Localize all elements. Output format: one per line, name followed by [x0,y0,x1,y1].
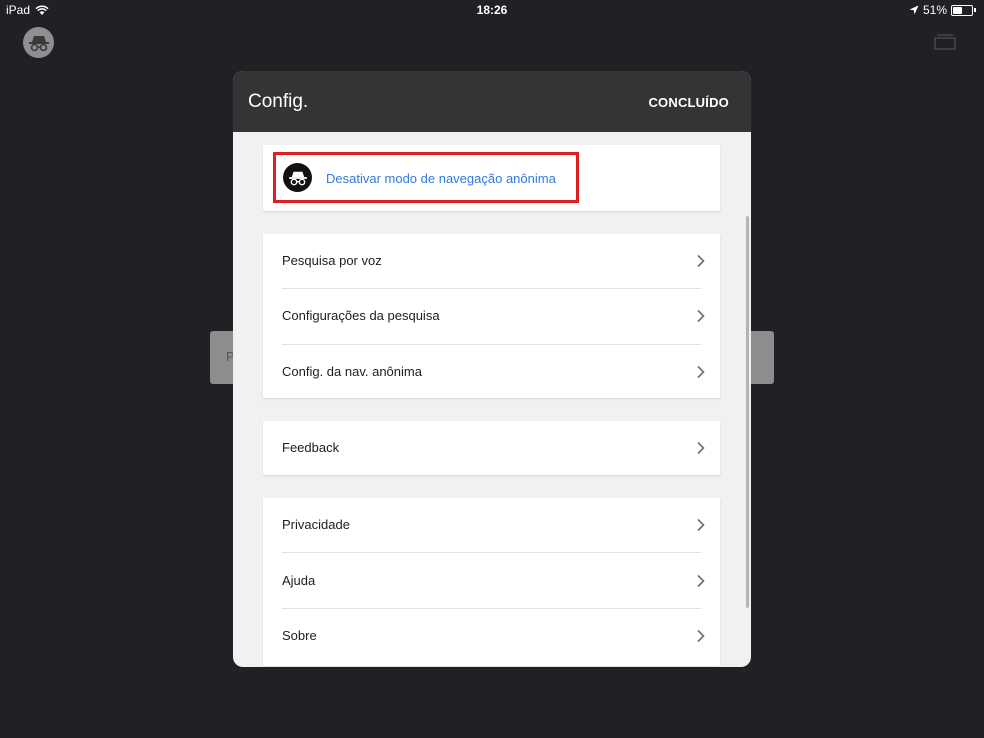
incognito-badge[interactable] [23,27,54,58]
disable-incognito-link[interactable]: Desativar modo de navegação anônima [326,171,556,186]
chevron-right-icon [697,518,705,532]
list-item-incognito-settings[interactable]: Config. da nav. anônima [263,345,720,400]
list-item-feedback[interactable]: Feedback [263,421,720,476]
settings-dialog: Config. CONCLUÍDO Desativar modo de nave… [233,71,751,667]
list-item-label: Config. da nav. anônima [282,364,422,379]
chevron-right-icon [697,309,705,323]
background-search-bar-left: P [210,331,235,384]
status-bar: iPad 18:26 51% [0,0,984,22]
chevron-right-icon [697,629,705,643]
settings-group-search: Pesquisa por voz Configurações da pesqui… [263,234,720,398]
battery-fill [953,6,962,14]
dialog-title: Config. [248,91,309,112]
background-search-bar-right [750,331,774,384]
list-item-label: Sobre [282,628,317,643]
list-item-label: Pesquisa por voz [282,253,382,268]
list-item-label: Privacidade [282,517,350,532]
incognito-icon [28,35,49,51]
chevron-right-icon [697,441,705,455]
battery-tip [974,8,976,12]
status-right: 51% [909,3,976,17]
list-item-label: Ajuda [282,573,316,588]
list-item-search-settings[interactable]: Configurações da pesquisa [263,289,720,344]
list-item-voice-search[interactable]: Pesquisa por voz [263,234,720,289]
list-item-help[interactable]: Ajuda [263,554,720,609]
location-arrow-icon [909,5,919,15]
chevron-right-icon [697,254,705,268]
list-item-privacy[interactable]: Privacidade [263,498,720,553]
status-time: 18:26 [476,3,508,17]
list-item-label: Feedback [282,440,340,455]
list-item-about[interactable]: Sobre [263,609,720,664]
divider [282,552,701,553]
battery-percent: 51% [922,3,947,17]
chevron-right-icon [697,365,705,379]
battery-icon [951,4,973,16]
scrollbar[interactable] [746,216,749,608]
tabs-icon[interactable] [934,33,956,50]
done-button[interactable]: CONCLUÍDO [648,95,729,110]
incognito-icon [283,163,312,192]
settings-group-feedback: Feedback [263,421,720,475]
dialog-header: Config. CONCLUÍDO [233,71,751,132]
incognito-card: Desativar modo de navegação anônima [263,145,720,211]
list-item-label: Configurações da pesquisa [282,308,440,323]
chevron-right-icon [697,574,705,588]
settings-group-about: Privacidade Ajuda Sobre [263,498,720,666]
